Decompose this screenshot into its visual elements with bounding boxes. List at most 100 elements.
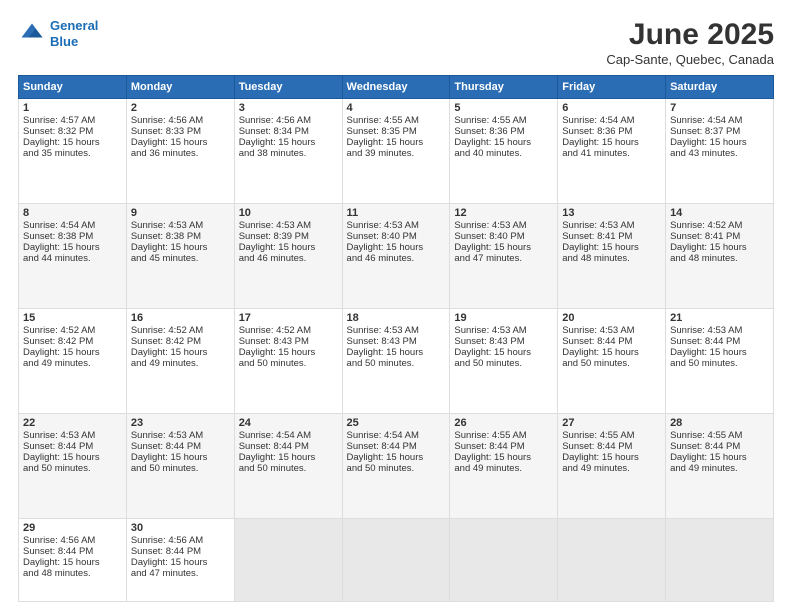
day-number: 4 (347, 102, 446, 114)
cell-line: and 48 minutes. (670, 253, 769, 264)
cell-line: Sunrise: 4:53 AM (347, 325, 446, 336)
cell-line: and 48 minutes. (562, 253, 661, 264)
day-number: 29 (23, 522, 122, 534)
cell-line: Sunset: 8:38 PM (23, 231, 122, 242)
cell-line: Sunset: 8:41 PM (670, 231, 769, 242)
cell-line: Sunrise: 4:54 AM (239, 430, 338, 441)
cell-line: Sunrise: 4:53 AM (347, 220, 446, 231)
cell-line: and 49 minutes. (23, 358, 122, 369)
cell-line: Daylight: 15 hours (239, 137, 338, 148)
cell-line: Sunset: 8:41 PM (562, 231, 661, 242)
day-number: 15 (23, 312, 122, 324)
table-cell (666, 518, 774, 601)
cell-line: Daylight: 15 hours (454, 452, 553, 463)
cell-line: and 50 minutes. (239, 463, 338, 474)
table-cell: 18Sunrise: 4:53 AMSunset: 8:43 PMDayligh… (342, 308, 450, 413)
cell-line: Sunset: 8:34 PM (239, 126, 338, 137)
cell-line: Sunset: 8:35 PM (347, 126, 446, 137)
table-cell: 5Sunrise: 4:55 AMSunset: 8:36 PMDaylight… (450, 99, 558, 204)
cell-line: and 44 minutes. (23, 253, 122, 264)
cell-line: Sunrise: 4:57 AM (23, 115, 122, 126)
cell-line: Sunset: 8:44 PM (131, 441, 230, 452)
day-number: 24 (239, 417, 338, 429)
cell-line: Daylight: 15 hours (670, 137, 769, 148)
cell-line: Sunset: 8:44 PM (347, 441, 446, 452)
day-number: 9 (131, 207, 230, 219)
day-number: 25 (347, 417, 446, 429)
day-number: 1 (23, 102, 122, 114)
col-thursday: Thursday (450, 76, 558, 99)
cell-line: Daylight: 15 hours (23, 452, 122, 463)
table-cell: 30Sunrise: 4:56 AMSunset: 8:44 PMDayligh… (126, 518, 234, 601)
cell-line: Sunset: 8:44 PM (131, 546, 230, 557)
day-number: 6 (562, 102, 661, 114)
logo: General Blue (18, 18, 98, 49)
cell-line: and 50 minutes. (562, 358, 661, 369)
col-monday: Monday (126, 76, 234, 99)
day-number: 10 (239, 207, 338, 219)
cell-line: Sunrise: 4:54 AM (562, 115, 661, 126)
col-tuesday: Tuesday (234, 76, 342, 99)
cell-line: and 36 minutes. (131, 148, 230, 159)
cell-line: Sunset: 8:43 PM (347, 336, 446, 347)
cell-line: and 38 minutes. (239, 148, 338, 159)
col-friday: Friday (558, 76, 666, 99)
day-number: 30 (131, 522, 230, 534)
table-cell: 12Sunrise: 4:53 AMSunset: 8:40 PMDayligh… (450, 203, 558, 308)
cell-line: Sunrise: 4:53 AM (131, 220, 230, 231)
cell-line: Daylight: 15 hours (23, 137, 122, 148)
cell-line: Sunrise: 4:53 AM (239, 220, 338, 231)
month-title: June 2025 (606, 18, 774, 52)
cell-line: Sunrise: 4:54 AM (23, 220, 122, 231)
cell-line: Sunset: 8:33 PM (131, 126, 230, 137)
table-cell: 25Sunrise: 4:54 AMSunset: 8:44 PMDayligh… (342, 413, 450, 518)
cell-line: Sunrise: 4:55 AM (670, 430, 769, 441)
cell-line: Daylight: 15 hours (23, 242, 122, 253)
cell-line: Daylight: 15 hours (347, 347, 446, 358)
cell-line: Daylight: 15 hours (562, 347, 661, 358)
cell-line: Sunset: 8:36 PM (454, 126, 553, 137)
cell-line: and 50 minutes. (347, 358, 446, 369)
cell-line: and 43 minutes. (670, 148, 769, 159)
cell-line: and 48 minutes. (23, 568, 122, 579)
table-cell: 11Sunrise: 4:53 AMSunset: 8:40 PMDayligh… (342, 203, 450, 308)
table-cell: 14Sunrise: 4:52 AMSunset: 8:41 PMDayligh… (666, 203, 774, 308)
cell-line: Sunrise: 4:53 AM (454, 220, 553, 231)
table-cell: 23Sunrise: 4:53 AMSunset: 8:44 PMDayligh… (126, 413, 234, 518)
table-cell: 3Sunrise: 4:56 AMSunset: 8:34 PMDaylight… (234, 99, 342, 204)
cell-line: Sunset: 8:44 PM (454, 441, 553, 452)
cell-line: Sunset: 8:32 PM (23, 126, 122, 137)
table-cell (558, 518, 666, 601)
cell-line: Sunrise: 4:53 AM (670, 325, 769, 336)
cell-line: Sunset: 8:42 PM (131, 336, 230, 347)
day-number: 12 (454, 207, 553, 219)
cell-line: Sunrise: 4:55 AM (347, 115, 446, 126)
table-cell: 13Sunrise: 4:53 AMSunset: 8:41 PMDayligh… (558, 203, 666, 308)
cell-line: and 50 minutes. (670, 358, 769, 369)
cell-line: Sunrise: 4:52 AM (23, 325, 122, 336)
cell-line: Sunrise: 4:53 AM (23, 430, 122, 441)
logo-icon (18, 20, 46, 48)
cell-line: and 45 minutes. (131, 253, 230, 264)
cell-line: Sunset: 8:40 PM (347, 231, 446, 242)
day-number: 16 (131, 312, 230, 324)
cell-line: Sunset: 8:39 PM (239, 231, 338, 242)
cell-line: Sunrise: 4:56 AM (239, 115, 338, 126)
table-cell (342, 518, 450, 601)
cell-line: Sunrise: 4:56 AM (23, 535, 122, 546)
col-sunday: Sunday (19, 76, 127, 99)
table-cell: 27Sunrise: 4:55 AMSunset: 8:44 PMDayligh… (558, 413, 666, 518)
cell-line: Daylight: 15 hours (239, 452, 338, 463)
cell-line: and 50 minutes. (454, 358, 553, 369)
cell-line: Daylight: 15 hours (131, 452, 230, 463)
calendar-body: 1Sunrise: 4:57 AMSunset: 8:32 PMDaylight… (19, 99, 774, 602)
cell-line: Sunset: 8:44 PM (670, 336, 769, 347)
table-cell: 1Sunrise: 4:57 AMSunset: 8:32 PMDaylight… (19, 99, 127, 204)
day-number: 23 (131, 417, 230, 429)
day-number: 21 (670, 312, 769, 324)
day-number: 2 (131, 102, 230, 114)
cell-line: Daylight: 15 hours (23, 347, 122, 358)
cell-line: Daylight: 15 hours (347, 452, 446, 463)
table-cell: 29Sunrise: 4:56 AMSunset: 8:44 PMDayligh… (19, 518, 127, 601)
cell-line: and 35 minutes. (23, 148, 122, 159)
